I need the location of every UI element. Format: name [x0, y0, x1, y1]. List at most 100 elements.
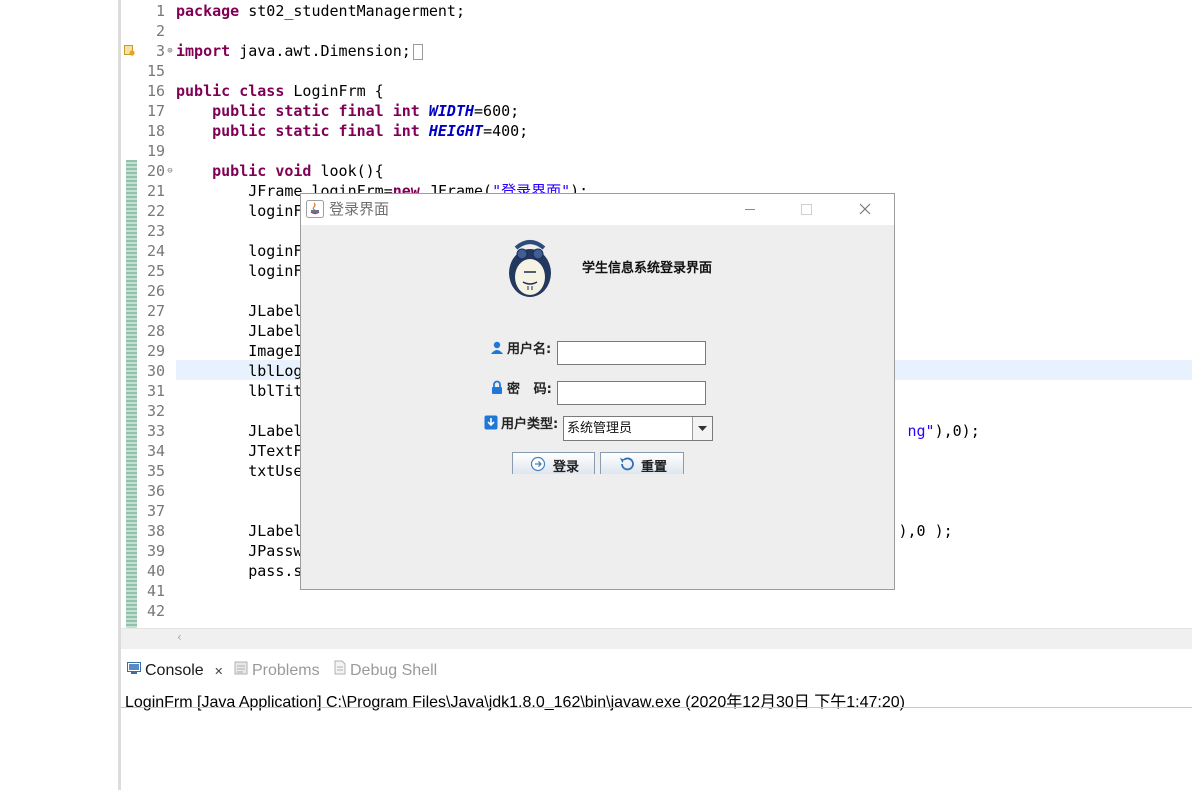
user-type-select[interactable]: 系统管理员 — [563, 416, 713, 441]
code-text: loginF — [176, 261, 302, 281]
minimize-icon — [745, 209, 755, 210]
user-type-icon — [484, 415, 498, 430]
code-line[interactable]: 42 — [121, 601, 1192, 621]
line-number: 28 — [146, 322, 165, 340]
monkey-logo-icon — [505, 234, 555, 299]
password-field[interactable] — [557, 381, 706, 405]
console-icon — [127, 655, 141, 687]
code-token: public static final int — [212, 122, 420, 140]
tab-debug-shell-label: Debug Shell — [350, 662, 438, 680]
window-title: 登录界面 — [329, 201, 390, 218]
code-text: JLabel — [176, 301, 302, 321]
code-token: lblLog — [176, 362, 303, 380]
line-number: 39 — [146, 542, 165, 560]
password-label: 密 码: — [490, 378, 552, 397]
code-line[interactable]: 17 public static final int WIDTH=600; — [121, 101, 1192, 121]
code-token: LoginFrm { — [284, 82, 384, 100]
login-content: 学生信息系统登录界面 用户名: 密 码: 用户类型: 系统管理员 登录 重置 — [301, 225, 894, 589]
close-icon[interactable]: ✕ — [214, 666, 223, 678]
line-number: 19 — [146, 142, 165, 160]
window-titlebar[interactable]: 登录界面 — [301, 194, 894, 225]
left-panel — [0, 0, 118, 790]
line-number: 26 — [146, 282, 165, 300]
debug-shell-icon — [334, 655, 346, 687]
login-window: 登录界面 学生信息系统登录界面 用户名: 密 码: 用户类型: 系统管理员 登录… — [300, 193, 895, 590]
code-token: =600; — [474, 102, 520, 120]
code-line[interactable]: 20 ⊖ public void look(){ — [121, 161, 1192, 181]
code-text: JLabel — [176, 321, 302, 341]
tab-console[interactable]: Console ✕ — [127, 655, 223, 685]
user-type-label-text: 用户类型: — [501, 417, 559, 432]
code-token: public static final int — [212, 102, 420, 120]
login-button-label: 登录 — [553, 460, 580, 475]
code-token: JLabel — [176, 422, 303, 440]
fold-expand-icon[interactable]: ⊕ — [165, 41, 175, 61]
code-text: JPassw — [176, 541, 302, 561]
line-number: 32 — [146, 402, 165, 420]
login-button[interactable]: 登录 — [512, 452, 595, 475]
user-type-selected: 系统管理员 — [567, 421, 633, 436]
username-field[interactable] — [557, 341, 706, 365]
code-token: ng" — [907, 422, 935, 440]
maximize-button[interactable] — [783, 194, 829, 225]
code-line[interactable]: 1 package st02_studentManagerment; — [121, 1, 1192, 21]
line-number: 17 — [146, 102, 165, 120]
line-number: 27 — [146, 302, 165, 320]
console-tab-bar: Console ✕ Problems Debug Shell — [121, 655, 1192, 685]
code-token: look(){ — [311, 162, 384, 180]
line-number: 21 — [146, 182, 165, 200]
line-number: 41 — [146, 582, 165, 600]
code-token: java.awt.Dimension; — [230, 42, 411, 60]
fold-collapse-icon[interactable]: ⊖ — [165, 161, 175, 181]
collapsed-block-marker[interactable] — [412, 43, 423, 60]
code-token: JPassw — [176, 542, 303, 560]
tab-debug-shell[interactable]: Debug Shell — [334, 655, 437, 685]
console-status-text: LoginFrm [Java Application] C:\Program F… — [125, 694, 905, 711]
maximize-icon — [801, 204, 812, 215]
line-number: 24 — [146, 242, 165, 260]
username-label-text: 用户名: — [507, 342, 552, 357]
code-token: loginF — [176, 242, 303, 260]
code-text: import java.awt.Dimension; — [176, 41, 423, 61]
code-token: HEIGHT — [428, 122, 484, 140]
code-token: package — [176, 2, 240, 20]
scroll-left-arrow-icon[interactable]: ‹ — [177, 630, 182, 644]
line-number: 20 — [146, 162, 165, 180]
code-token: public class — [176, 82, 285, 100]
login-arrow-icon — [530, 456, 546, 472]
app-title: 学生信息系统登录界面 — [582, 261, 713, 276]
reset-button-label: 重置 — [641, 460, 668, 475]
warning-icon[interactable] — [124, 45, 135, 56]
code-text: JTextF — [176, 441, 302, 461]
code-line[interactable]: 2 — [121, 21, 1192, 41]
line-number: 37 — [146, 502, 165, 520]
code-line[interactable]: 16 public class LoginFrm { — [121, 81, 1192, 101]
code-token: st02_studentManagerment; — [239, 2, 465, 20]
tab-problems[interactable]: Problems — [234, 655, 320, 685]
horizontal-scrollbar[interactable] — [121, 628, 1192, 649]
code-line[interactable]: 18 public static final int HEIGHT=400; — [121, 121, 1192, 141]
code-text: loginF — [176, 201, 302, 221]
code-token: ImageI — [176, 342, 303, 360]
code-text: lblLog — [176, 361, 302, 381]
close-button[interactable] — [842, 194, 888, 225]
code-line[interactable]: 3 ⊕ import java.awt.Dimension; — [121, 41, 1192, 61]
code-line[interactable]: 15 — [121, 61, 1192, 81]
line-number: 1 — [155, 2, 165, 20]
line-number: 16 — [146, 82, 165, 100]
code-token: loginF — [176, 262, 303, 280]
code-token: =400; — [483, 122, 529, 140]
line-number: 29 — [146, 342, 165, 360]
code-token: WIDTH — [428, 102, 475, 120]
code-token: JLabel — [176, 302, 303, 320]
code-token: loginF — [176, 202, 303, 220]
java-icon — [306, 200, 324, 218]
dropdown-arrow-icon[interactable] — [692, 417, 712, 440]
reset-button[interactable]: 重置 — [600, 452, 684, 475]
username-label: 用户名: — [490, 338, 551, 357]
code-line[interactable]: 19 — [121, 141, 1192, 161]
minimize-button[interactable] — [727, 194, 773, 225]
line-number: 18 — [146, 122, 165, 140]
